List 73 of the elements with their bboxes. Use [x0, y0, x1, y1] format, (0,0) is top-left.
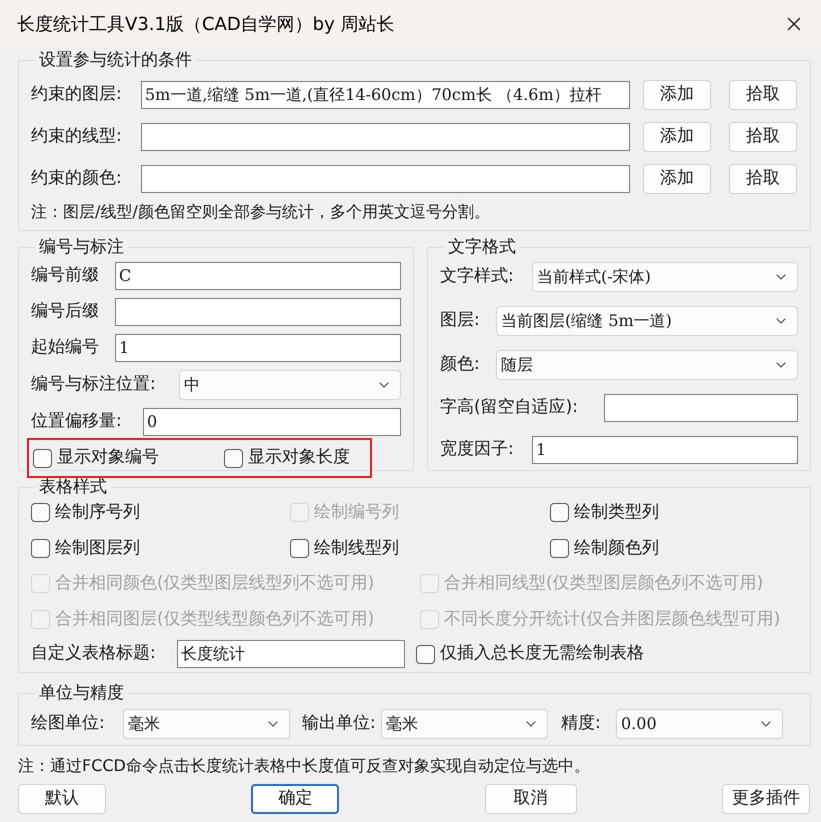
- dialog-button[interactable]: 添加: [643, 122, 711, 152]
- dropdown[interactable]: 中: [179, 370, 401, 400]
- checkbox[interactable]: [224, 448, 243, 468]
- group-title: 设置参与统计的条件: [38, 49, 193, 72]
- checkbox-label: 绘制类型列: [574, 501, 659, 524]
- dialog-button[interactable]: 拾取: [729, 122, 797, 152]
- dropdown[interactable]: 当前样式(-宋体): [532, 262, 798, 292]
- field-label: 编号前缀: [31, 264, 100, 288]
- group-title: 编号与标注: [38, 236, 125, 258]
- checkbox-label: 合并相同颜色(仅类型图层线型列不选可用): [55, 572, 374, 595]
- dialog-button[interactable]: 添加: [643, 80, 711, 110]
- dropdown[interactable]: 0.00: [616, 708, 783, 738]
- input-field[interactable]: [604, 394, 798, 422]
- checkbox-label: 显示对象长度: [248, 446, 350, 470]
- checkbox[interactable]: [31, 503, 50, 522]
- checkbox-label: 仅插入总长度无需绘制表格: [440, 642, 644, 666]
- dialog-button[interactable]: 拾取: [729, 80, 797, 110]
- checkbox-label: 绘制编号列: [314, 501, 399, 524]
- input-field[interactable]: 长度统计: [177, 640, 405, 668]
- input-field[interactable]: 5m一道,缩缝 5m一道,(直径14-60cm）70cm长 （4.6m）拉杆: [141, 80, 630, 108]
- group-title: 表格样式: [38, 476, 108, 498]
- group-title: 文字格式: [447, 236, 517, 258]
- dropdown[interactable]: 随层: [496, 350, 798, 380]
- group-title: 单位与精度: [38, 682, 125, 705]
- checkbox-label: 绘制图层列: [55, 536, 140, 560]
- dropdown[interactable]: 当前图层(缩缝 5m一道): [496, 306, 798, 336]
- field-label: 编号后缀: [31, 300, 100, 324]
- checkbox[interactable]: [290, 538, 309, 558]
- checkbox-label: 绘制线型列: [314, 536, 399, 560]
- field-label: 输出单位:: [302, 712, 377, 735]
- window-title: 长度统计工具V3.1版（CAD自学网）by 周站长: [17, 12, 394, 36]
- checkbox-label: 显示对象编号: [57, 446, 159, 470]
- input-field[interactable]: 1: [115, 334, 401, 362]
- input-field[interactable]: [141, 164, 630, 192]
- field-label: 约束的线型:: [31, 124, 123, 148]
- checkbox[interactable]: [550, 503, 569, 522]
- dialog-button[interactable]: 更多插件: [722, 784, 810, 814]
- checkbox[interactable]: [33, 448, 52, 468]
- input-field[interactable]: C: [115, 262, 401, 290]
- field-label: 自定义表格标题:: [31, 642, 157, 666]
- field-label: 编号与标注位置:: [31, 373, 157, 396]
- field-label: 绘图单位:: [31, 712, 106, 735]
- checkbox[interactable]: [416, 644, 435, 664]
- field-label: 字高(留空自适应):: [440, 396, 579, 420]
- input-field[interactable]: [115, 298, 401, 326]
- field-label: 文字样式:: [440, 265, 515, 288]
- dialog-button[interactable]: 取消: [484, 784, 577, 814]
- note-text: 注：图层/线型/颜色留空则全部参与统计，多个用英文逗号分割。: [31, 200, 491, 222]
- dropdown[interactable]: 毫米: [381, 708, 548, 738]
- dialog-button[interactable]: 确定: [251, 784, 340, 814]
- field-label: 约束的图层:: [31, 82, 123, 106]
- dialog-button[interactable]: 默认: [18, 784, 106, 814]
- dropdown[interactable]: 毫米: [123, 708, 290, 738]
- checkbox-label: 合并相同图层(仅类型线型颜色列不选可用): [55, 608, 374, 630]
- field-label: 图层:: [440, 309, 481, 332]
- input-field[interactable]: 1: [532, 436, 798, 464]
- checkbox-label: 合并相同线型(仅类型图层颜色列不选可用): [444, 572, 764, 595]
- field-label: 位置偏移量:: [31, 410, 123, 434]
- checkbox[interactable]: [550, 538, 569, 558]
- dialog-button[interactable]: 拾取: [729, 164, 797, 194]
- field-label: 精度:: [561, 712, 602, 735]
- field-label: 起始编号: [31, 336, 100, 360]
- checkbox-label: 不同长度分开统计(仅合并图层颜色线型可用): [444, 608, 780, 630]
- input-field[interactable]: [141, 122, 630, 150]
- input-field[interactable]: 0: [143, 408, 401, 436]
- field-label: 颜色:: [440, 353, 481, 376]
- field-label: 约束的颜色:: [31, 166, 123, 190]
- note-text: 注：通过FCCD命令点击长度统计表格中长度值可反查对象实现自动定位与选中。: [18, 754, 591, 776]
- checkbox-label: 绘制颜色列: [574, 536, 659, 560]
- checkbox[interactable]: [31, 538, 50, 558]
- checkbox-label: 绘制序号列: [55, 501, 140, 524]
- field-label: 宽度因子:: [440, 438, 515, 462]
- dialog-button[interactable]: 添加: [643, 164, 711, 194]
